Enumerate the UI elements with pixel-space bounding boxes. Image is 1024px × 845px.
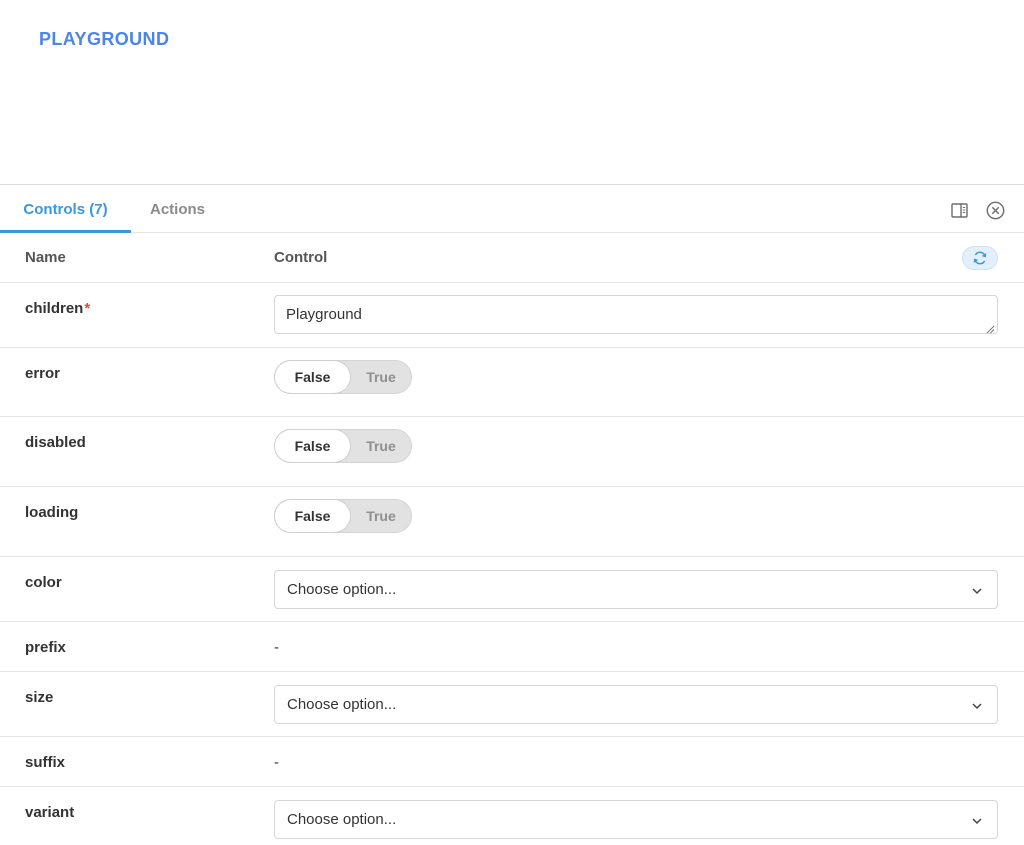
control-row-color: color Choose option... (0, 557, 1024, 622)
select-placeholder: Choose option... (287, 581, 397, 598)
control-row-children: children* Playground (0, 283, 1024, 348)
close-circle-icon[interactable] (985, 200, 1005, 220)
preview-canvas: PLAYGROUND (0, 0, 1024, 184)
resize-handle-icon[interactable] (985, 321, 995, 334)
reset-controls-button[interactable] (962, 246, 998, 270)
required-indicator: * (84, 300, 91, 317)
tab-controls[interactable]: Controls (7) (0, 185, 131, 233)
toggle-option-false[interactable]: False (275, 361, 350, 393)
chevron-down-icon (971, 584, 983, 596)
control-name-loading: loading (25, 504, 79, 521)
control-name-prefix: prefix (25, 639, 66, 656)
select-placeholder: Choose option... (287, 696, 397, 713)
toggle-option-false[interactable]: False (275, 500, 350, 532)
toggle-option-true[interactable]: True (350, 500, 412, 532)
children-input-value: Playground (286, 306, 362, 323)
children-text-input[interactable]: Playground (274, 295, 998, 334)
column-header-name: Name (25, 249, 66, 266)
control-row-loading: loading False True (0, 487, 1024, 557)
control-name-color: color (25, 574, 62, 591)
control-name-variant: variant (25, 804, 75, 821)
control-row-disabled: disabled False True (0, 417, 1024, 487)
loading-boolean-toggle[interactable]: False True (274, 499, 412, 533)
control-row-variant: variant Choose option... (0, 787, 1024, 845)
controls-table-header: Name Control (0, 233, 1024, 283)
size-select[interactable]: Choose option... (274, 685, 998, 724)
control-name-error: error (25, 365, 61, 382)
chevron-down-icon (971, 699, 983, 711)
control-name-suffix: suffix (25, 754, 66, 771)
prefix-empty-value: - (274, 639, 279, 656)
error-boolean-toggle[interactable]: False True (274, 360, 412, 394)
disabled-boolean-toggle[interactable]: False True (274, 429, 412, 463)
control-name-children: children* (25, 300, 90, 317)
playground-button[interactable]: PLAYGROUND (39, 29, 169, 50)
control-row-size: size Choose option... (0, 672, 1024, 737)
control-row-suffix: suffix - (0, 737, 1024, 787)
control-name-size: size (25, 689, 54, 706)
control-name-disabled: disabled (25, 434, 86, 451)
toggle-option-false[interactable]: False (275, 430, 350, 462)
panel-layout-icon[interactable] (949, 200, 969, 220)
addons-panel: Controls (7) Actions Name Control childr… (0, 184, 1024, 845)
variant-select[interactable]: Choose option... (274, 800, 998, 839)
column-header-control: Control (274, 249, 328, 266)
control-row-error: error False True (0, 348, 1024, 417)
control-row-prefix: prefix - (0, 622, 1024, 672)
toggle-option-true[interactable]: True (350, 361, 412, 393)
select-placeholder: Choose option... (287, 811, 397, 828)
addons-tabbar: Controls (7) Actions (0, 185, 1024, 233)
suffix-empty-value: - (274, 754, 279, 771)
color-select[interactable]: Choose option... (274, 570, 998, 609)
toggle-option-true[interactable]: True (350, 430, 412, 462)
refresh-icon (972, 250, 988, 266)
control-name-label: children (25, 300, 84, 317)
tab-actions[interactable]: Actions (150, 185, 205, 233)
chevron-down-icon (971, 814, 983, 826)
